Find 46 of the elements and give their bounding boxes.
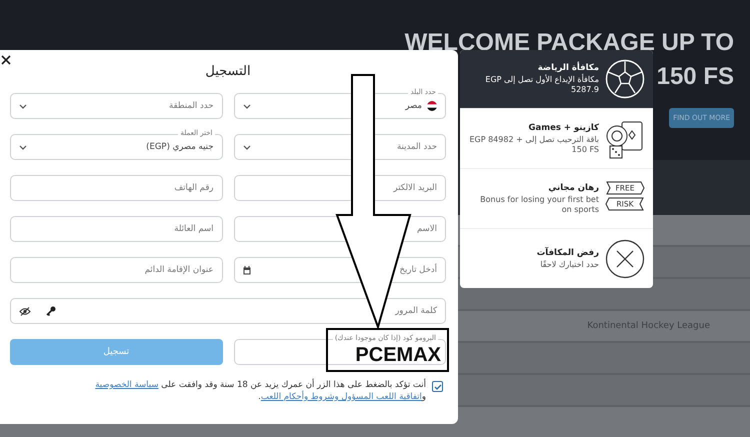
input-field[interactable]: رقم الهاتف: [10, 175, 222, 201]
bonus-option[interactable]: كازينو + Games باقة الترحيب تصل إلى EGP 84982 + 150 FS: [460, 109, 653, 169]
eye-slash-icon: [19, 306, 31, 316]
placeholder: اسم العائلة: [174, 224, 214, 234]
bonus-title: رهان مجاني: [547, 182, 599, 192]
placeholder: أدخل تاريخ: [400, 265, 437, 275]
banner-amount: 150 FS: [656, 62, 734, 92]
egypt-flag-icon: [427, 101, 437, 111]
bonus-option[interactable]: رفض المكافآت حدد اختيارك لاحقًا: [460, 229, 653, 288]
bonus-description: مكافأة الإيداع الأول تصل إلى EGP 5287.9: [484, 75, 599, 95]
bonus-description: باقة الترحيب تصل إلى EGP 84982 + 150 FS: [468, 134, 599, 154]
bonus-title: رفض المكافآت: [536, 248, 599, 258]
key-icon: [46, 306, 56, 316]
field-value: مصر: [405, 101, 422, 111]
chevron-down-icon: [19, 144, 27, 150]
chevron-down-icon: [242, 144, 250, 150]
consent-checkbox[interactable]: [432, 381, 443, 392]
terms-link[interactable]: سياسة الخصوصية: [95, 380, 158, 390]
football-icon: [605, 59, 645, 99]
bonus-title: كازينو + Games: [528, 122, 599, 132]
bonus-option[interactable]: مكافأة الرياضة مكافأة الإيداع الأول تصل إلى EGP 5287.9: [460, 50, 653, 109]
terms-link[interactable]: اتفاقية اللعب المسؤول وشروط وأحكام اللعب: [260, 392, 422, 402]
bonus-title: مكافأة الرياضة: [536, 63, 599, 73]
input-field[interactable]: عنوان الإقامة الدائم: [10, 257, 222, 283]
placeholder: البريد الالكتر: [394, 183, 437, 193]
cards-chips-dice-icon: [605, 118, 645, 158]
placeholder: حدد المدينة: [396, 142, 437, 152]
close-icon: [1, 55, 11, 65]
dropdown-field[interactable]: حدد المنطقة: [10, 93, 222, 119]
calendar-icon: [242, 266, 250, 274]
placeholder: رقم الهاتف: [174, 183, 214, 193]
circle-x-icon: [605, 238, 645, 278]
dialog-title: التسجيل: [204, 63, 252, 79]
consent-text: أنت تؤكد بالضغط على هذا الزر أن عمرك يزيد عن 18 سنة وقد وافقت على سياسة الخصوصية واتفاقية اللعب المسؤول وشروط وأحكام اللعب.: [94, 379, 426, 403]
bonus-description: حدد اختيارك لاحقًا: [539, 260, 599, 270]
field-value: جنيه مصري (EGP): [146, 142, 214, 152]
password-field[interactable]: كلمة المرور: [10, 298, 446, 324]
placeholder: حدد المنطقة: [169, 101, 214, 111]
chevron-down-icon: [19, 104, 27, 108]
placeholder: كلمة المرور: [395, 306, 437, 316]
placeholder: عنوان الإقامة الدائم: [144, 265, 214, 275]
placeholder: الاسم: [417, 224, 437, 234]
chevron-down-icon: [242, 104, 250, 108]
checkmark-icon: [434, 384, 442, 390]
bonus-description: Bonus for losing your first bet on sports: [479, 194, 599, 214]
input-field[interactable]: اسم العائلة: [10, 216, 222, 242]
